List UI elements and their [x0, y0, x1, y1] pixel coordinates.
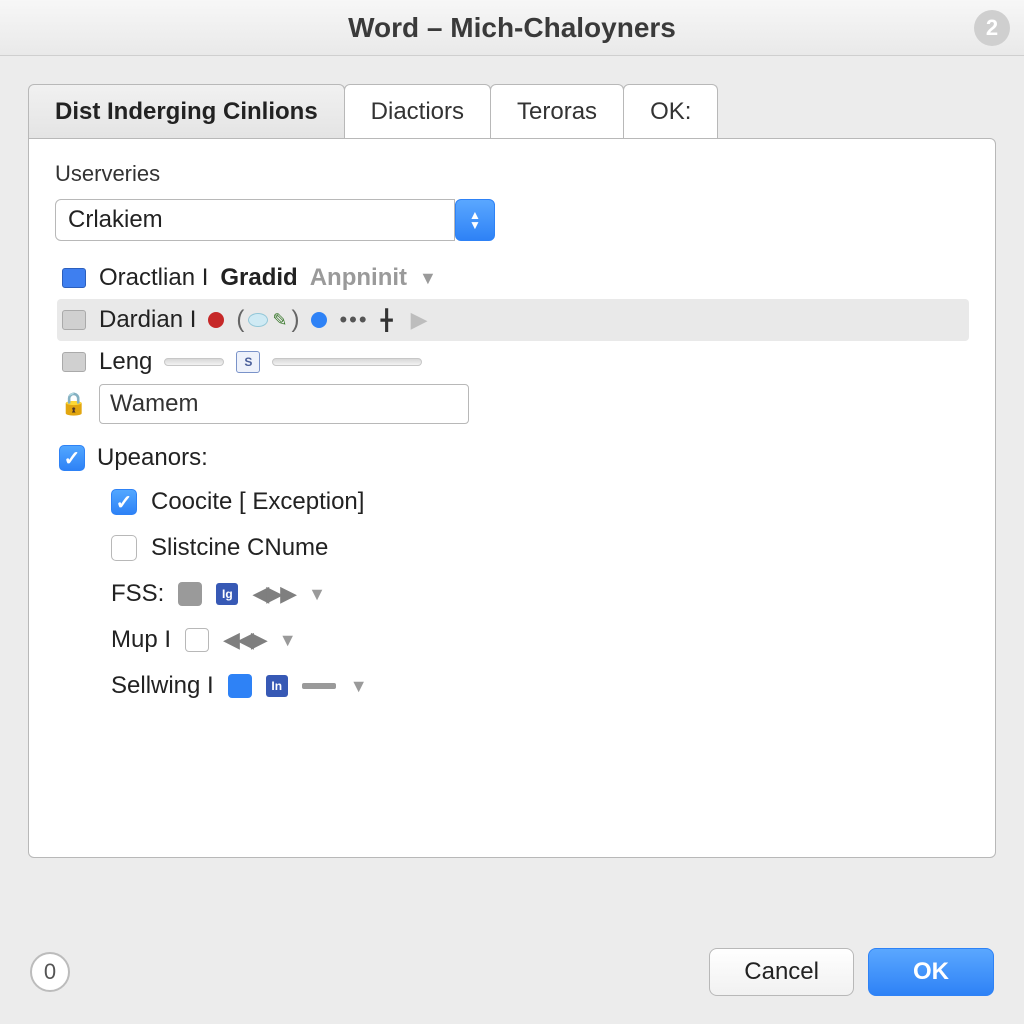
checkbox-label: Coocite [ Exception] [151, 488, 364, 516]
row-text: Oractlian I [99, 264, 208, 292]
folder-icon [61, 307, 87, 333]
row-text-c: Anpninit [310, 264, 407, 292]
window-title: Word – Mich-Chaloyners [348, 12, 676, 44]
color-swatch-grey[interactable] [178, 582, 202, 606]
oval-icon [248, 313, 268, 327]
row-text: Dardian I [99, 306, 196, 334]
tab-label: Dist Inderging Cinlions [55, 98, 318, 126]
tab-label: OK: [650, 98, 691, 126]
tab-label: Diactiors [371, 98, 464, 126]
color-swatch-white[interactable] [185, 628, 209, 652]
row-text: Leng [99, 348, 152, 376]
badge-icon: In [266, 675, 288, 697]
row-oractlian[interactable]: Oractlian I Gradid Anpninit ▼ [57, 257, 969, 299]
tab-dist-inderging[interactable]: Dist Inderging Cinlions [28, 84, 345, 138]
checkbox[interactable] [111, 535, 137, 561]
ellipsis-icon[interactable]: ••• [339, 307, 368, 333]
checkbox[interactable]: ✓ [59, 445, 85, 471]
folder-icon [61, 349, 87, 375]
row-text-b: Gradid [220, 264, 297, 292]
chevron-down-icon[interactable]: ▼ [308, 584, 326, 605]
combo-stepper[interactable]: ▲ ▼ [455, 199, 495, 241]
color-swatch-blue[interactable] [228, 674, 252, 698]
tab-teroras[interactable]: Teroras [490, 84, 624, 138]
checkbox[interactable]: ✓ [111, 489, 137, 515]
folder-icon [61, 265, 87, 291]
checkbox-slistcine[interactable]: Slistcine CNume [111, 525, 969, 571]
expand-arrows-icon[interactable]: ◀▶▶ [252, 581, 294, 607]
lock-icon: 🔒 [61, 391, 87, 417]
option-label: Sellwing I [111, 672, 214, 700]
wamem-input[interactable] [99, 384, 469, 424]
option-label: FSS: [111, 580, 164, 608]
footer-counter[interactable]: 0 [30, 952, 70, 992]
tab-label: Teroras [517, 98, 597, 126]
option-label: Mup I [111, 626, 171, 654]
dialog-body: Dist Inderging Cinlions Diactiors Terora… [0, 56, 1024, 938]
chevron-down-icon[interactable]: ▼ [419, 268, 437, 289]
checkbox-coocite[interactable]: ✓ Coocite [ Exception] [111, 479, 969, 525]
combo-input[interactable] [55, 199, 455, 241]
button-label: Cancel [744, 958, 819, 985]
checkbox-label: Slistcine CNume [151, 534, 328, 562]
arrow-right-icon[interactable]: ▶ [411, 307, 428, 333]
button-label: OK [913, 958, 949, 985]
tab-panel: Userveries ▲ ▼ Oractlian I Gradid Anpnin… [28, 138, 996, 858]
combo-crlakiem[interactable]: ▲ ▼ [55, 199, 495, 241]
row-dardian[interactable]: Dardian I (✎) ••• ╋ ▶ [57, 299, 969, 341]
entry-list: Oractlian I Gradid Anpninit ▼ Dardian I … [57, 257, 969, 425]
badge-icon: Ig [216, 583, 238, 605]
cancel-button[interactable]: Cancel [709, 948, 854, 996]
dialog-footer: 0 Cancel OK [0, 938, 1024, 1024]
option-sellwing[interactable]: Sellwing I In ▼ [111, 663, 969, 709]
connector-icon: ╋ [381, 308, 393, 333]
titlebar: Word – Mich-Chaloyners 2 [0, 0, 1024, 56]
tab-diactiors[interactable]: Diactiors [344, 84, 491, 138]
paren-group: (✎) [236, 306, 299, 334]
chevron-down-icon[interactable]: ▼ [350, 676, 368, 697]
chevron-down-icon[interactable]: ▼ [279, 630, 297, 651]
ok-button[interactable]: OK [868, 948, 994, 996]
mini-card-icon: S [236, 351, 260, 373]
row-wamem: 🔒 [57, 383, 969, 425]
checkbox-upeanors[interactable]: ✓ Upeanors: [55, 437, 969, 479]
option-fss[interactable]: FSS: Ig ◀▶▶ ▼ [111, 571, 969, 617]
checkbox-label: Upeanors: [97, 444, 208, 472]
chevron-down-icon: ▼ [469, 220, 481, 230]
slider[interactable] [164, 358, 224, 366]
titlebar-badge: 2 [974, 10, 1010, 46]
section-label-userveries: Userveries [55, 161, 969, 187]
option-mup[interactable]: Mup I ◀◀▶ ▼ [111, 617, 969, 663]
slider[interactable] [272, 358, 422, 366]
row-leng[interactable]: Leng S [57, 341, 969, 383]
rewind-arrows-icon[interactable]: ◀◀▶ [223, 627, 265, 653]
pencil-icon: ✎ [272, 310, 287, 331]
tabstrip: Dist Inderging Cinlions Diactiors Terora… [28, 84, 996, 138]
dash-icon [302, 683, 336, 689]
red-dot-icon [208, 312, 224, 328]
tab-ok[interactable]: OK: [623, 84, 718, 138]
blue-dot-icon [311, 312, 327, 328]
dialog-window: Word – Mich-Chaloyners 2 Dist Inderging … [0, 0, 1024, 1024]
